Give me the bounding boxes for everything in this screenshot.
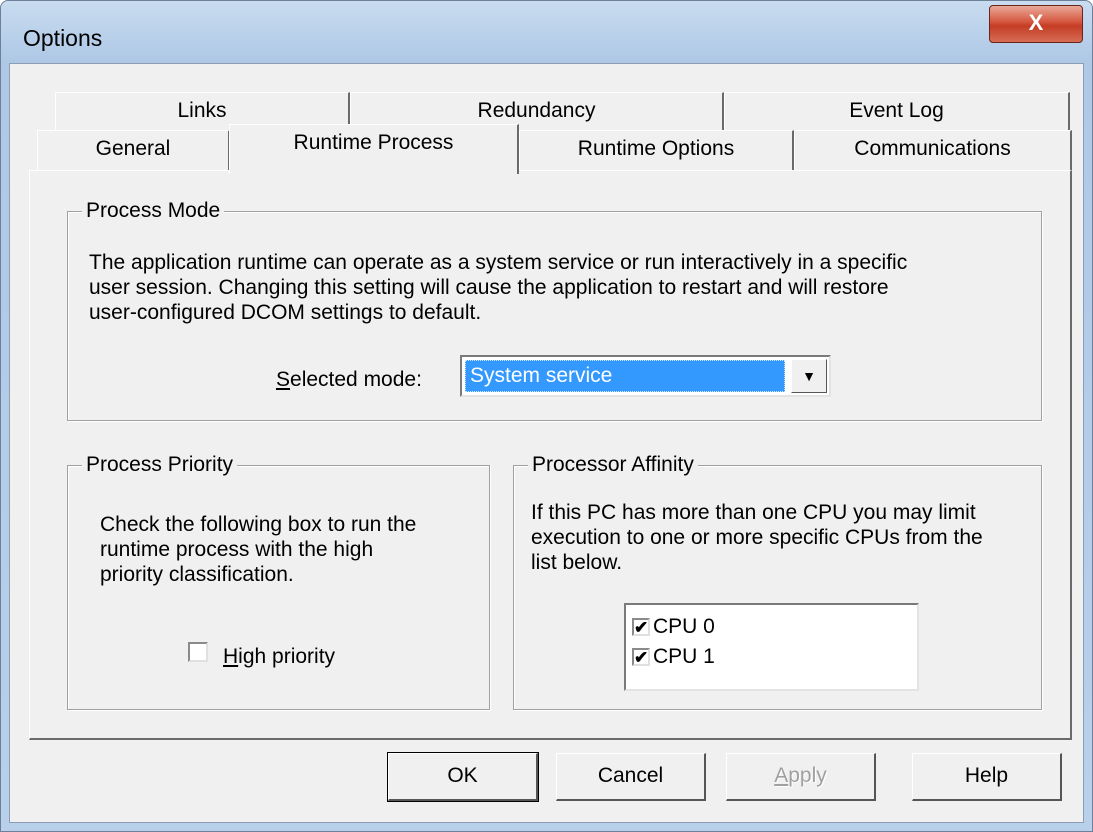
tab-event-log[interactable]: Event Log xyxy=(724,92,1070,132)
access-key: A xyxy=(774,764,789,787)
process-mode-title: Process Mode xyxy=(82,199,225,223)
processor-affinity-title: Processor Affinity xyxy=(528,453,698,477)
cpu-label: CPU 0 xyxy=(653,615,715,638)
selected-mode-label: Selected mode: xyxy=(276,367,422,392)
list-item[interactable]: ✔ CPU 0 xyxy=(632,615,715,639)
check-icon[interactable]: ✔ xyxy=(632,648,650,666)
list-item[interactable]: ✔ CPU 1 xyxy=(632,645,715,669)
tab-label: General xyxy=(95,137,171,160)
window-title: Options xyxy=(23,25,103,51)
access-key: H xyxy=(223,645,239,668)
label-text: igh priority xyxy=(238,645,336,668)
process-priority-description: Check the following box to run the runti… xyxy=(100,512,416,587)
process-mode-description: The application runtime can operate as a… xyxy=(89,250,907,325)
high-priority-checkbox[interactable] xyxy=(188,642,208,662)
tab-general[interactable]: General xyxy=(37,130,230,172)
help-button[interactable]: Help xyxy=(912,753,1062,801)
description-line: user-configured DCOM settings to default… xyxy=(89,301,482,324)
description-line: Check the following box to run the xyxy=(100,513,417,536)
tab-label: Event Log xyxy=(849,99,944,122)
process-priority-group: Process Priority xyxy=(67,453,490,710)
tab-communications[interactable]: Communications xyxy=(794,130,1072,172)
access-key: S xyxy=(276,368,291,391)
description-line: execution to one or more specific CPUs f… xyxy=(531,526,983,549)
label-text: elected mode: xyxy=(290,368,422,391)
close-button[interactable]: X xyxy=(989,5,1083,43)
cpu-listbox[interactable]: ✔ CPU 0 ✔ CPU 1 xyxy=(624,603,919,691)
label-text: pply xyxy=(788,764,827,787)
chevron-down-icon[interactable]: ▼ xyxy=(791,359,827,393)
tab-label: Links xyxy=(177,99,227,122)
description-line: The application runtime can operate as a… xyxy=(89,251,908,274)
tab-label: Communications xyxy=(854,137,1011,160)
selected-mode-dropdown[interactable]: System service ▼ xyxy=(460,355,831,397)
tab-runtime-process[interactable]: Runtime Process xyxy=(229,124,519,174)
process-priority-title: Process Priority xyxy=(82,453,238,477)
tab-runtime-options[interactable]: Runtime Options xyxy=(519,130,794,172)
description-line: list below. xyxy=(531,551,623,574)
high-priority-label[interactable]: High priority xyxy=(223,644,335,669)
cpu-label: CPU 1 xyxy=(653,645,715,668)
tab-label: Runtime Options xyxy=(577,137,735,160)
check-icon[interactable]: ✔ xyxy=(632,618,650,636)
apply-button[interactable]: Apply xyxy=(726,753,876,801)
description-line: user session. Changing this setting will… xyxy=(89,276,889,299)
tab-label: Runtime Process xyxy=(293,131,454,154)
processor-affinity-description: If this PC has more than one CPU you may… xyxy=(531,500,983,575)
cancel-button[interactable]: Cancel xyxy=(556,753,706,801)
close-icon: X xyxy=(1028,10,1044,35)
description-line: If this PC has more than one CPU you may… xyxy=(531,501,976,524)
ok-button[interactable]: OK xyxy=(387,752,539,802)
description-line: runtime process with the high xyxy=(100,538,374,561)
tab-label: Redundancy xyxy=(477,99,596,122)
selected-mode-value: System service xyxy=(465,360,785,392)
description-line: priority classification. xyxy=(100,563,294,586)
